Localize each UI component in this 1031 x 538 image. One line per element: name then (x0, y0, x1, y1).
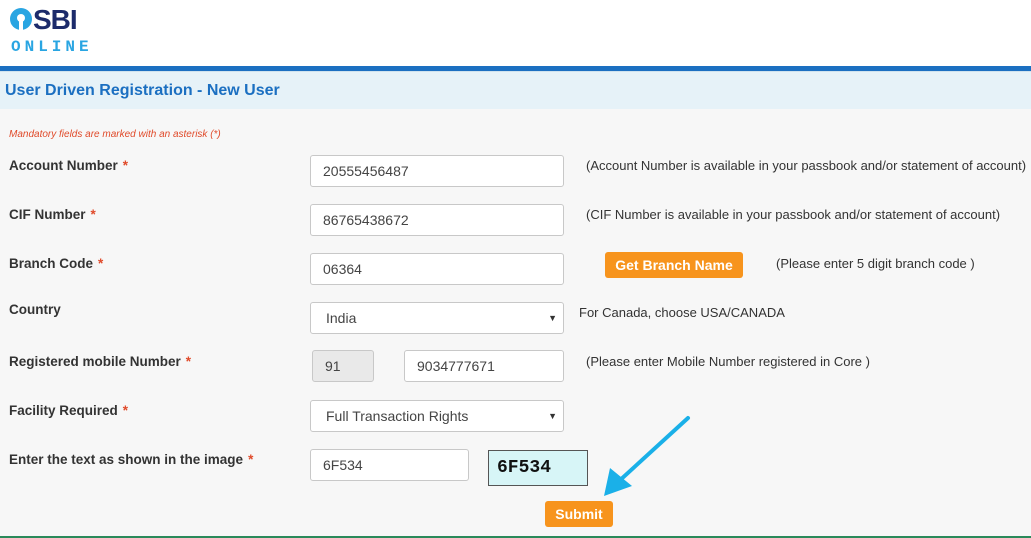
account-number-input[interactable]: 20555456487 (310, 155, 564, 187)
captcha-input[interactable]: 6F534 (310, 449, 469, 481)
required-asterisk: * (185, 354, 192, 369)
submit-button[interactable]: Submit (545, 501, 613, 527)
required-asterisk: * (122, 403, 129, 418)
chevron-down-icon: ▼ (548, 313, 557, 323)
required-asterisk: * (98, 256, 104, 271)
cif-number-hint: (CIF Number is available in your passboo… (586, 207, 1001, 222)
registration-form: Mandatory fields are marked with an aste… (0, 109, 1031, 538)
mobile-number-hint: (Please enter Mobile Number registered i… (586, 354, 870, 369)
logo-sbi-text: SBI (33, 4, 78, 35)
required-asterisk: * (122, 158, 129, 173)
branch-code-label: Branch Code * (9, 256, 104, 271)
country-code-input: 91 (312, 350, 374, 382)
country-label: Country (9, 302, 61, 317)
cif-number-label: CIF Number * (9, 207, 96, 222)
mobile-number-input[interactable]: 9034777671 (404, 350, 564, 382)
cif-number-input[interactable]: 86765438672 (310, 204, 564, 236)
mandatory-note: Mandatory fields are marked with an aste… (9, 129, 221, 140)
sbi-logo[interactable]: SBI ONLINE (10, 4, 100, 56)
branch-code-input[interactable]: 06364 (310, 253, 564, 285)
chevron-down-icon: ▼ (548, 411, 557, 421)
facility-select-value: Full Transaction Rights (326, 408, 469, 424)
facility-select[interactable]: Full Transaction Rights ▼ (310, 400, 564, 432)
sbi-logo-icon (10, 8, 32, 30)
country-hint: For Canada, choose USA/CANADA (579, 305, 785, 320)
pointer-arrow-icon (604, 416, 690, 496)
header: SBI ONLINE (0, 0, 1031, 66)
account-number-hint: (Account Number is available in your pas… (586, 158, 1027, 173)
title-bar: User Driven Registration - New User (0, 71, 1031, 110)
get-branch-name-button[interactable]: Get Branch Name (605, 252, 743, 278)
country-select-value: India (326, 310, 357, 326)
country-select[interactable]: India ▼ (310, 302, 564, 334)
mobile-number-label: Registered mobile Number * (9, 354, 192, 369)
required-asterisk: * (90, 207, 96, 222)
account-number-label: Account Number * (9, 158, 129, 173)
captcha-label: Enter the text as shown in the image * (9, 452, 254, 467)
branch-code-hint: (Please enter 5 digit branch code ) (776, 256, 975, 271)
facility-label: Facility Required * (9, 403, 129, 418)
required-asterisk: * (248, 452, 254, 467)
logo-online-text: ONLINE (11, 38, 93, 56)
page-title: User Driven Registration - New User (5, 82, 280, 99)
captcha-image: 6F534 (488, 450, 588, 486)
